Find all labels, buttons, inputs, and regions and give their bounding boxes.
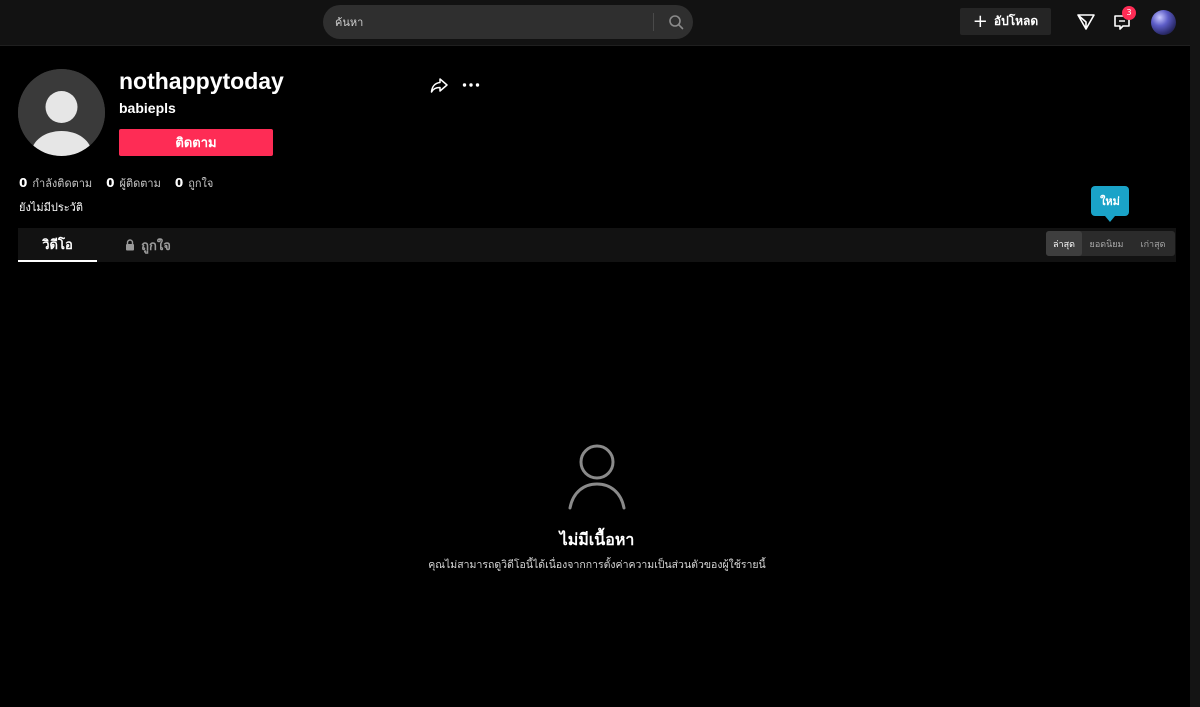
follow-button[interactable]: ติดตาม bbox=[119, 129, 273, 156]
empty-state-description: คุณไม่สามารถดูวิดีโอนี้ได้เนื่องจากการตั… bbox=[428, 559, 766, 571]
sort-toggle: ล่าสุด ยอดนิยม เก่าสุด bbox=[1046, 231, 1175, 256]
profile-stats: 0 กำลังติดตาม 0 ผู้ติดตาม 0 ถูกใจ bbox=[19, 174, 213, 192]
plus-icon: + bbox=[972, 10, 988, 32]
more-options-button[interactable] bbox=[460, 74, 482, 96]
followers-count: 0 bbox=[106, 176, 115, 190]
profile-nickname: babiepls bbox=[119, 100, 176, 116]
tab-videos[interactable]: วิดีโอ bbox=[18, 228, 97, 262]
likes-label: ถูกใจ bbox=[188, 177, 214, 190]
send-icon bbox=[1077, 14, 1095, 30]
profile-username: nothappytoday bbox=[119, 68, 284, 94]
followers-stat[interactable]: 0 ผู้ติดตาม bbox=[106, 174, 161, 192]
likes-count: 0 bbox=[174, 176, 184, 190]
search-button[interactable] bbox=[659, 5, 693, 39]
profile-avatar bbox=[18, 69, 105, 156]
following-count: 0 bbox=[19, 176, 28, 190]
empty-state-title: ไม่มีเนื้อหา bbox=[559, 530, 635, 549]
inbox-badge: 3 bbox=[1122, 6, 1136, 20]
sort-oldest-button[interactable]: เก่าสุด bbox=[1131, 231, 1175, 256]
ellipsis-icon bbox=[462, 83, 480, 87]
user-avatar[interactable] bbox=[1151, 10, 1176, 35]
search-input[interactable] bbox=[335, 5, 655, 39]
scrollbar-track[interactable] bbox=[1190, 0, 1200, 707]
upload-label: อัปโหลด bbox=[993, 14, 1039, 28]
following-label: กำลังติดตาม bbox=[32, 177, 93, 190]
share-button[interactable] bbox=[428, 74, 450, 96]
search-bar bbox=[323, 5, 693, 39]
share-icon bbox=[430, 78, 448, 93]
sort-popular-button[interactable]: ยอดนิยม bbox=[1082, 231, 1131, 256]
default-avatar-icon bbox=[18, 69, 105, 156]
top-navigation-bar: + อัปโหลด 3 bbox=[0, 0, 1200, 46]
followers-label: ผู้ติดตาม bbox=[119, 177, 161, 190]
upload-button[interactable]: + อัปโหลด bbox=[960, 8, 1051, 35]
search-icon bbox=[669, 15, 684, 30]
empty-state-user-icon bbox=[565, 442, 629, 510]
tab-videos-label: วิดีโอ bbox=[42, 237, 73, 253]
likes-stat: 0 ถูกใจ bbox=[175, 174, 214, 192]
tab-liked[interactable]: ถูกใจ bbox=[118, 228, 178, 262]
messages-button[interactable] bbox=[1074, 10, 1098, 34]
content-tabs-bar: วิดีโอ ถูกใจ ล่าสุด ยอดนิยม เก่าสุด bbox=[18, 228, 1176, 262]
lock-icon bbox=[126, 239, 135, 251]
profile-bio: ยังไม่มีประวัติ bbox=[19, 201, 83, 214]
new-feature-tooltip: ใหม่ bbox=[1091, 186, 1129, 222]
tab-liked-label: ถูกใจ bbox=[141, 238, 171, 254]
following-stat[interactable]: 0 กำลังติดตาม bbox=[19, 174, 92, 192]
search-divider bbox=[653, 13, 654, 31]
sort-latest-button[interactable]: ล่าสุด bbox=[1046, 231, 1082, 256]
